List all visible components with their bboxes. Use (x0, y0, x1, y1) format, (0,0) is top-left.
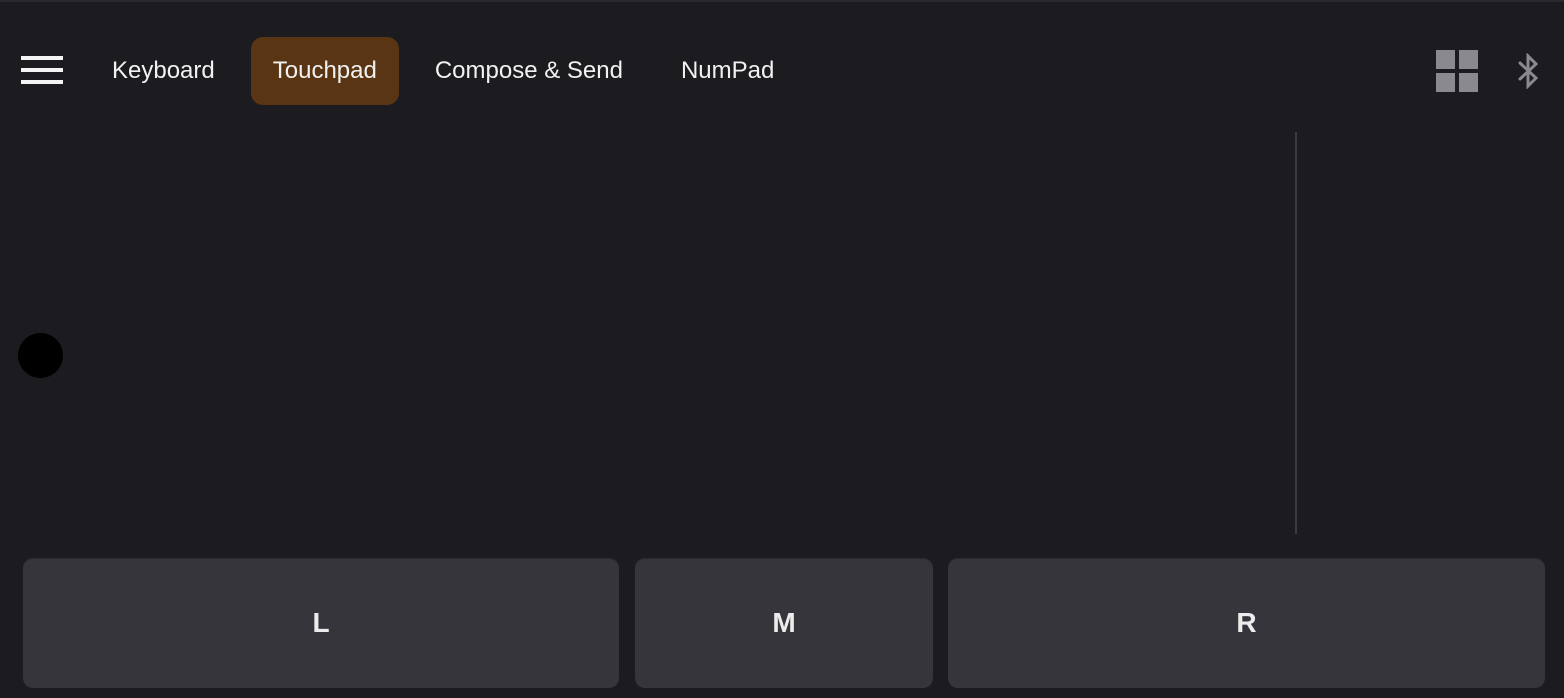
top-app-bar: Keyboard Touchpad Compose & Send NumPad (0, 2, 1564, 132)
bluetooth-button[interactable] (1506, 42, 1552, 100)
layout-button[interactable] (1428, 42, 1486, 100)
touch-indicator-dot (18, 333, 63, 378)
tab-numpad[interactable]: NumPad (659, 37, 796, 105)
grid-icon (1436, 50, 1478, 92)
tab-keyboard[interactable]: Keyboard (90, 37, 237, 105)
bluetooth-icon (1518, 53, 1539, 89)
scroll-area[interactable] (1297, 132, 1564, 534)
tab-compose-send[interactable]: Compose & Send (413, 37, 645, 105)
tab-touchpad[interactable]: Touchpad (250, 37, 399, 105)
touchpad-app: Keyboard Touchpad Compose & Send NumPad … (0, 0, 1564, 698)
mode-tabs: Keyboard Touchpad Compose & Send NumPad (90, 37, 810, 105)
menu-button[interactable] (14, 46, 70, 94)
middle-click-button[interactable]: M (635, 558, 933, 688)
hamburger-menu-icon (21, 56, 63, 84)
right-click-button[interactable]: R (948, 558, 1545, 688)
touchpad-surface[interactable] (0, 132, 1295, 534)
left-click-button[interactable]: L (23, 558, 619, 688)
